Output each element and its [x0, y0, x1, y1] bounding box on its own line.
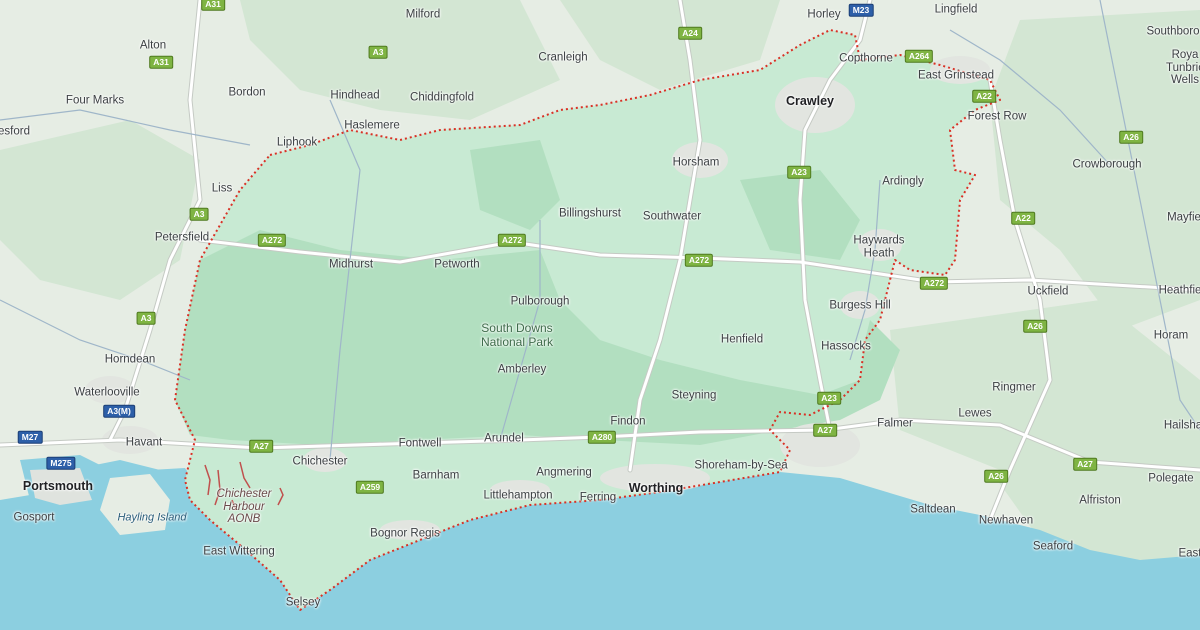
road-shield-a3-n: A3 — [368, 45, 388, 59]
place-label-ferring[interactable]: Ferring — [580, 492, 616, 504]
place-label-newhaven[interactable]: Newhaven — [979, 515, 1033, 527]
road-shield-a259: A259 — [355, 480, 385, 494]
road-shield-a26-s: A26 — [984, 469, 1008, 483]
road-shield-a272-m: A272 — [497, 233, 527, 247]
place-label-haywards-heath[interactable]: Haywards Heath — [853, 234, 904, 259]
place-label-findon[interactable]: Findon — [610, 416, 645, 428]
road-shield-a3-s: A3 — [136, 311, 156, 325]
place-label-pulborough[interactable]: Pulborough — [511, 296, 570, 308]
place-label-fontwell[interactable]: Fontwell — [399, 438, 442, 450]
road-shield-a26-n: A26 — [1119, 130, 1143, 144]
place-label-arundel[interactable]: Arundel — [484, 433, 524, 445]
place-label-henfield[interactable]: Henfield — [721, 334, 763, 346]
place-label-waterlooville[interactable]: Waterlooville — [74, 387, 139, 399]
place-label-steyning[interactable]: Steyning — [672, 390, 717, 402]
place-label-uckfield[interactable]: Uckfield — [1028, 286, 1069, 298]
road-shield-a27-far: A27 — [1073, 457, 1097, 471]
road-shield-a24: A24 — [678, 26, 702, 40]
place-label-horndean[interactable]: Horndean — [105, 354, 156, 366]
place-label-forest-row[interactable]: Forest Row — [968, 111, 1027, 123]
road-shield-a23-n: A23 — [787, 165, 811, 179]
place-label-angmering[interactable]: Angmering — [536, 467, 592, 479]
road-shield-a3-m: A3 — [189, 207, 209, 221]
place-label-esford[interactable]: esford — [0, 126, 30, 138]
road-shield-a272-e: A272 — [919, 276, 949, 290]
place-label-worthing[interactable]: Worthing — [629, 482, 684, 495]
road-shield-a280: A280 — [587, 430, 617, 444]
road-shield-a26-m: A26 — [1023, 319, 1047, 333]
place-label-hassocks[interactable]: Hassocks — [821, 341, 871, 353]
place-label-littlehampton[interactable]: Littlehampton — [483, 490, 552, 502]
place-label-barnham[interactable]: Barnham — [413, 470, 460, 482]
place-label-east-wittering[interactable]: East Wittering — [203, 546, 275, 558]
place-label-selsey[interactable]: Selsey — [286, 597, 321, 609]
road-shield-a272-c: A272 — [684, 253, 714, 267]
place-label-chichester[interactable]: Chichester — [293, 456, 348, 468]
road-shield-a264: A264 — [904, 49, 934, 63]
place-label-midhurst[interactable]: Midhurst — [329, 259, 373, 271]
place-label-horsham[interactable]: Horsham — [673, 157, 720, 169]
road-shield-a22-m: A22 — [1011, 211, 1035, 225]
road-shield-a31-n: A31 — [201, 0, 225, 11]
place-label-horam[interactable]: Horam — [1154, 330, 1189, 342]
road-shield-a27-w: A27 — [249, 439, 273, 453]
place-label-hindhead[interactable]: Hindhead — [330, 90, 379, 102]
place-label-shoreham[interactable]: Shoreham-by-Sea — [694, 460, 787, 472]
road-shield-m23: M23 — [848, 3, 874, 17]
place-label-billingshurst[interactable]: Billingshurst — [559, 208, 621, 220]
place-label-chiddingfold[interactable]: Chiddingfold — [410, 92, 474, 104]
place-label-lewes[interactable]: Lewes — [958, 408, 991, 420]
road-shield-a22-n: A22 — [972, 89, 996, 103]
place-label-copthorne[interactable]: Copthorne — [839, 53, 893, 65]
place-label-four-marks[interactable]: Four Marks — [66, 95, 124, 107]
map-canvas[interactable]: Alton Milford Cranleigh Horley Lingfield Sout… — [0, 0, 1200, 630]
place-label-petworth[interactable]: Petworth — [434, 259, 479, 271]
park-label: South Downs National Park — [480, 321, 554, 349]
place-label-hailsham[interactable]: Hailsha — [1164, 420, 1200, 432]
place-label-southwater[interactable]: Southwater — [643, 211, 701, 223]
place-label-petersfield[interactable]: Petersfield — [155, 232, 209, 244]
place-label-milford[interactable]: Milford — [406, 9, 441, 21]
road-shield-m27: M27 — [17, 430, 43, 444]
place-label-heathfield[interactable]: Heathfie — [1159, 285, 1200, 297]
place-label-portsmouth[interactable]: Portsmouth — [23, 480, 93, 493]
road-shield-a31: A31 — [149, 55, 173, 69]
place-label-liss[interactable]: Liss — [212, 183, 232, 195]
place-label-haslemere[interactable]: Haslemere — [344, 120, 400, 132]
place-label-horley[interactable]: Horley — [807, 9, 840, 21]
place-label-polegate[interactable]: Polegate — [1148, 473, 1193, 485]
place-label-crawley[interactable]: Crawley — [786, 95, 834, 108]
place-label-falmer[interactable]: Falmer — [877, 418, 913, 430]
road-shield-m275: M275 — [46, 456, 76, 470]
place-label-amberley[interactable]: Amberley — [498, 364, 547, 376]
aonb-label: Chichester Harbour AONB — [216, 488, 272, 526]
place-label-havant[interactable]: Havant — [126, 437, 162, 449]
place-label-bordon[interactable]: Bordon — [228, 87, 265, 99]
place-label-seaford[interactable]: Seaford — [1033, 541, 1073, 553]
road-shield-a23-s: A23 — [817, 391, 841, 405]
place-label-alfriston[interactable]: Alfriston — [1079, 495, 1121, 507]
place-label-mayfield[interactable]: Mayfie — [1167, 212, 1200, 224]
place-label-royal-tun[interactable]: Roya Tunbric Wells — [1166, 49, 1200, 87]
place-label-gosport[interactable]: Gosport — [14, 512, 55, 524]
place-label-alton[interactable]: Alton — [140, 40, 166, 52]
road-shield-a272-w: A272 — [257, 233, 287, 247]
place-label-lingfield[interactable]: Lingfield — [935, 4, 978, 16]
place-label-liphook[interactable]: Liphook — [277, 137, 317, 149]
place-label-southborough[interactable]: Southboro — [1146, 26, 1199, 38]
place-label-ardingly[interactable]: Ardingly — [882, 176, 924, 188]
map-base-layer — [0, 0, 1200, 630]
place-label-saltdean[interactable]: Saltdean — [910, 504, 955, 516]
place-label-ringmer[interactable]: Ringmer — [992, 382, 1035, 394]
place-label-crowborough[interactable]: Crowborough — [1072, 159, 1141, 171]
place-label-east-edge[interactable]: East — [1178, 548, 1200, 560]
place-label-burgess-hill[interactable]: Burgess Hill — [829, 300, 890, 312]
water-label: Hayling Island — [117, 511, 187, 524]
place-label-bognor[interactable]: Bognor Regis — [370, 528, 440, 540]
road-shield-a27-e: A27 — [813, 423, 837, 437]
road-shield-a3m: A3(M) — [103, 404, 135, 418]
place-label-east-grinstead[interactable]: East Grinstead — [918, 70, 994, 82]
place-label-cranleigh[interactable]: Cranleigh — [538, 52, 587, 64]
